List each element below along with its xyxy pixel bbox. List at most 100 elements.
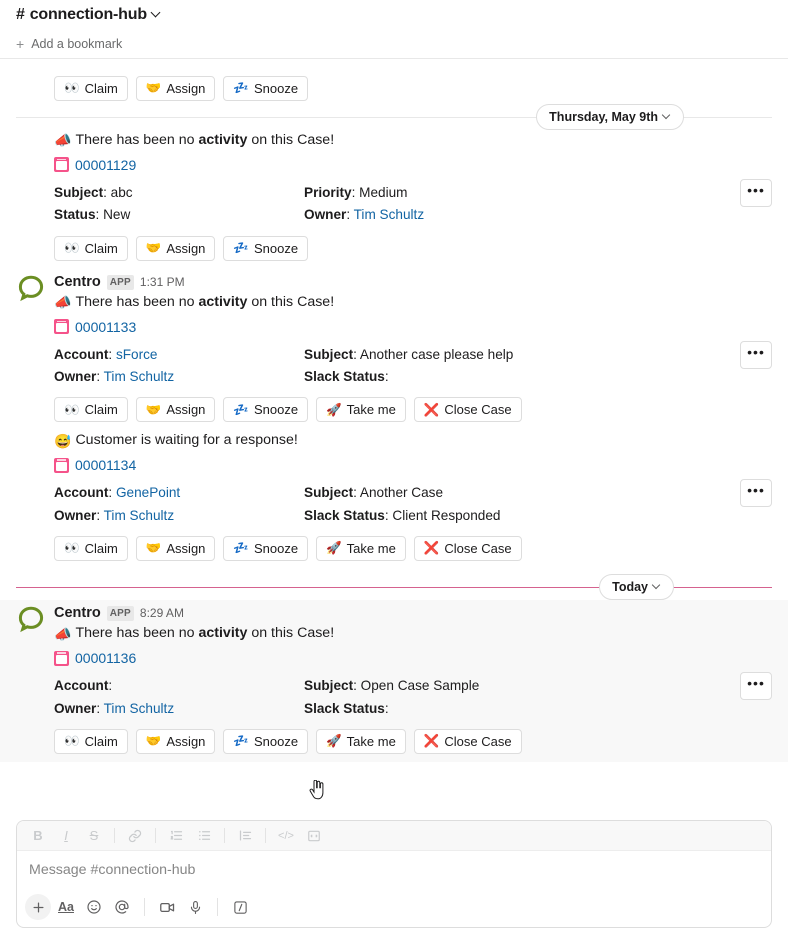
message-list[interactable]: 📣There has been no activity on this Case… bbox=[0, 59, 788, 817]
assign-button[interactable]: 🤝 Assign bbox=[135, 235, 216, 261]
case-fields: Subject: abc Priority: Medium Status: New O… bbox=[54, 178, 772, 226]
snooze-button[interactable]: 💤 Snooze bbox=[223, 75, 309, 101]
close-case-button[interactable]: ❌ Close Case bbox=[413, 397, 522, 423]
case-field-label: Slack Status bbox=[304, 700, 385, 716]
case-field-label: Owner bbox=[54, 700, 97, 716]
slash-command-icon[interactable] bbox=[227, 894, 253, 920]
case-field-value[interactable]: sForce bbox=[116, 347, 158, 362]
toolbar-divider bbox=[114, 828, 115, 843]
bold-icon[interactable]: B bbox=[25, 824, 51, 848]
channel-header: # connection-hub bbox=[0, 0, 788, 29]
case-field: Owner: Tim Schultz bbox=[54, 507, 175, 523]
case-number-row: 00001134 bbox=[54, 457, 772, 473]
case-field-value[interactable]: Tim Schultz bbox=[104, 701, 175, 716]
date-divider-today: Today bbox=[16, 574, 772, 601]
snooze-button[interactable]: 💤 Snooze bbox=[223, 536, 309, 562]
avatar[interactable] bbox=[16, 604, 46, 634]
case-field-value[interactable]: Tim Schultz bbox=[104, 508, 175, 523]
case-number-link[interactable]: 00001133 bbox=[75, 319, 136, 335]
date-divider-previous-pill[interactable]: Thursday, May 9th bbox=[536, 103, 684, 130]
microphone-icon[interactable] bbox=[182, 894, 208, 920]
case-number-link[interactable]: 00001134 bbox=[75, 457, 136, 473]
case-field-label: Slack Status bbox=[304, 507, 385, 523]
case-field-value: Open Case Sample bbox=[360, 678, 480, 694]
case-field-label: Status bbox=[54, 207, 96, 223]
bulleted-list-icon[interactable] bbox=[191, 824, 217, 848]
claim-button[interactable]: 👀 Claim bbox=[54, 235, 128, 261]
code-icon[interactable]: </> bbox=[273, 824, 299, 848]
message-text-prefix: There has been no bbox=[75, 293, 199, 310]
message-actions: 👀 Claim 🤝 Assign 💤 Snooze bbox=[54, 75, 772, 103]
assign-label: Assign bbox=[166, 402, 206, 418]
text-format-icon[interactable]: Aa bbox=[53, 894, 79, 920]
assign-button[interactable]: 🤝 Assign bbox=[135, 75, 216, 101]
date-divider-today-pill[interactable]: Today bbox=[599, 574, 674, 601]
assign-button[interactable]: 🤝 Assign bbox=[135, 397, 216, 423]
strikethrough-icon[interactable]: S bbox=[81, 824, 107, 848]
close-case-button[interactable]: ❌ Close Case bbox=[413, 729, 522, 755]
case-number-row: 00001133 bbox=[54, 319, 772, 335]
case-field-value[interactable]: Tim Schultz bbox=[354, 207, 425, 222]
mention-icon[interactable] bbox=[109, 894, 135, 920]
assign-icon: 🤝 bbox=[145, 240, 162, 255]
claim-button[interactable]: 👀 Claim bbox=[54, 536, 128, 562]
case-field: Account: GenePoint bbox=[54, 485, 181, 501]
assign-button[interactable]: 🤝 Assign bbox=[135, 729, 216, 755]
snooze-button[interactable]: 💤 Snooze bbox=[223, 235, 309, 261]
sender-name[interactable]: Centro bbox=[54, 603, 101, 623]
assign-button[interactable]: 🤝 Assign bbox=[135, 536, 216, 562]
snooze-label: Snooze bbox=[254, 734, 299, 750]
italic-icon[interactable]: I bbox=[53, 824, 79, 848]
channel-title-button[interactable]: # connection-hub bbox=[16, 6, 161, 24]
message-timestamp[interactable]: 8:29 AM bbox=[140, 605, 184, 622]
claim-button[interactable]: 👀 Claim bbox=[54, 729, 128, 755]
claim-label: Claim bbox=[84, 734, 118, 750]
plus-icon[interactable] bbox=[25, 894, 51, 920]
message-actions: 👀 Claim 🤝 Assign 💤 Snooze 🚀 Take me ❌ Close Case bbox=[54, 729, 772, 756]
message-input[interactable]: Message #connection-hub bbox=[17, 851, 771, 891]
toolbar-divider bbox=[144, 898, 145, 916]
snooze-label: Snooze bbox=[254, 541, 299, 557]
code-block-icon[interactable] bbox=[301, 824, 327, 848]
assign-label: Assign bbox=[166, 734, 206, 750]
message-actions: 👀 Claim 🤝 Assign 💤 Snooze 🚀 Take me ❌ Close Case bbox=[54, 536, 772, 563]
message-composer[interactable]: B I S </> Message #connection-hub Aa bbox=[16, 820, 772, 928]
more-actions-button[interactable]: ••• bbox=[740, 479, 772, 508]
message-timestamp[interactable]: 1:31 PM bbox=[140, 274, 185, 291]
claim-button[interactable]: 👀 Claim bbox=[54, 397, 128, 423]
case-field-value[interactable]: GenePoint bbox=[116, 485, 180, 500]
avatar[interactable] bbox=[16, 273, 46, 303]
more-actions-button[interactable]: ••• bbox=[740, 340, 772, 369]
case-field: Subject: Another Case bbox=[304, 485, 444, 501]
take-me-button[interactable]: 🚀 Take me bbox=[316, 536, 406, 562]
snooze-button[interactable]: 💤 Snooze bbox=[223, 729, 309, 755]
sender-name[interactable]: Centro bbox=[54, 272, 101, 292]
more-actions-button[interactable]: ••• bbox=[740, 178, 772, 207]
message-block: 📣There has been no activity on this Case… bbox=[0, 130, 788, 269]
case-number-link[interactable]: 00001136 bbox=[75, 650, 136, 666]
take-me-button[interactable]: 🚀 Take me bbox=[316, 397, 406, 423]
message-text-bold: activity bbox=[198, 625, 248, 642]
message-header: Centro APP 1:31 PM bbox=[54, 269, 772, 292]
case-field-value[interactable]: Tim Schultz bbox=[104, 369, 175, 384]
emoji-icon[interactable] bbox=[81, 894, 107, 920]
blockquote-icon[interactable] bbox=[232, 824, 258, 848]
more-actions-button[interactable]: ••• bbox=[740, 672, 772, 701]
composer-toolbar: Aa bbox=[17, 891, 771, 927]
close-case-button[interactable]: ❌ Close Case bbox=[413, 536, 522, 562]
link-icon[interactable] bbox=[122, 824, 148, 848]
ordered-list-icon[interactable] bbox=[163, 824, 189, 848]
message-text-suffix: on this Case! bbox=[247, 625, 335, 642]
claim-button[interactable]: 👀 Claim bbox=[54, 75, 128, 101]
case-field: Account: sForce bbox=[54, 346, 158, 362]
message-block: 📣There has been no activity on this Case… bbox=[0, 59, 788, 109]
video-icon[interactable] bbox=[154, 894, 180, 920]
plus-icon: + bbox=[16, 35, 25, 52]
case-field-label: Priority bbox=[304, 184, 352, 200]
add-bookmark-button[interactable]: + Add a bookmark bbox=[16, 37, 122, 51]
case-number-link[interactable]: 00001129 bbox=[75, 157, 136, 173]
case-field-label: Owner bbox=[54, 369, 97, 385]
take-me-button[interactable]: 🚀 Take me bbox=[316, 729, 406, 755]
snooze-button[interactable]: 💤 Snooze bbox=[223, 397, 309, 423]
case-field-label: Account bbox=[54, 485, 109, 501]
